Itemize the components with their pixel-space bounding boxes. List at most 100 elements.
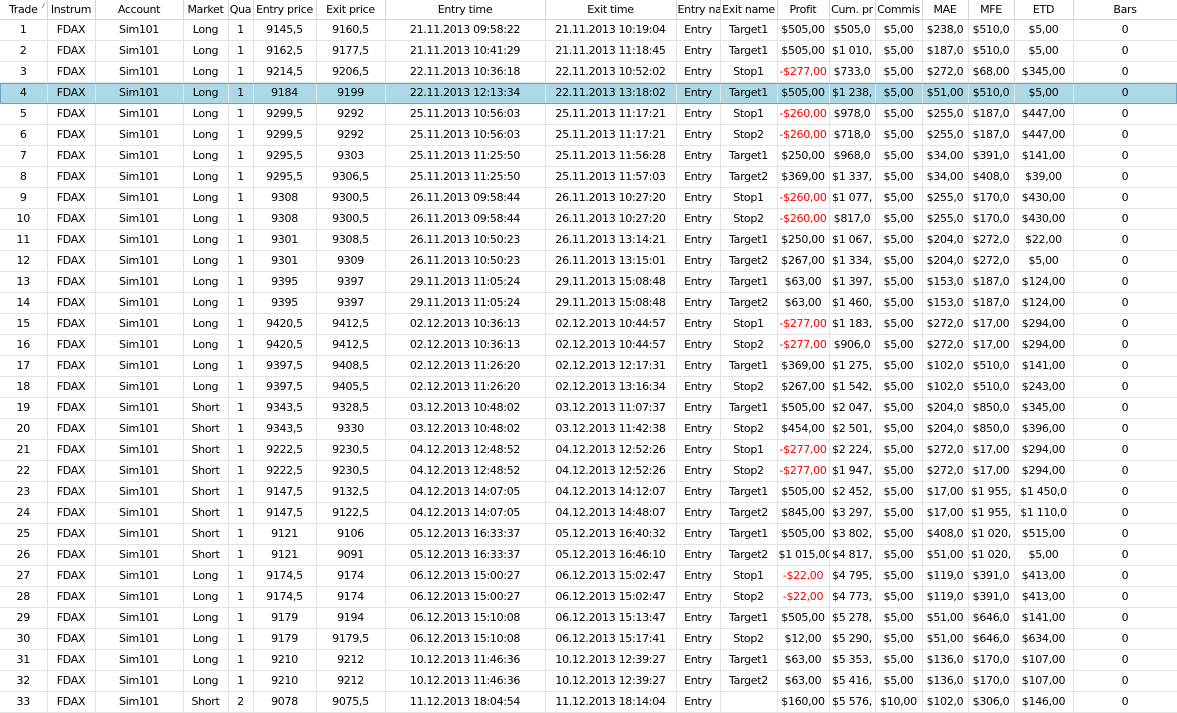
table-row[interactable]: 23 FDAX Sim101 Short 1 9147,5 9132,5 04.12.2013… xyxy=(0,481,1177,503)
table-row[interactable]: 19 FDAX Sim101 Short 1 9343,5 9328,5 03.12.2013… xyxy=(0,397,1177,419)
table-row[interactable]: 3 FDAX Sim101 Long 1 9214,5 9206,5 22.11.2013 1… xyxy=(0,61,1177,83)
column-header-instrument[interactable]: Instrum xyxy=(47,0,96,20)
table-row[interactable]: 13 FDAX Sim101 Long 1 9395 9397 29.11.2013 11:0… xyxy=(0,271,1177,293)
table-row[interactable]: 33 FDAX Sim101 Short 2 9078 9075,5 11.12.2013 1… xyxy=(0,691,1177,713)
cell-quantity: 1 xyxy=(228,649,254,671)
cell-etd: $124,00 xyxy=(1014,292,1074,314)
column-header-entry-price[interactable]: Entry price xyxy=(253,0,317,20)
cell-instrument: FDAX xyxy=(47,166,96,188)
cell-entry-name: Entry xyxy=(676,460,721,482)
cell-entry-price: 9121 xyxy=(253,523,317,545)
table-row[interactable]: 5 FDAX Sim101 Long 1 9299,5 9292 25.11.2013 10:… xyxy=(0,103,1177,125)
cell-instrument: FDAX xyxy=(47,187,96,209)
column-header-entry-name[interactable]: Entry na xyxy=(676,0,721,20)
table-row[interactable]: 18 FDAX Sim101 Long 1 9397,5 9405,5 02.12.2013 … xyxy=(0,376,1177,398)
cell-account: Sim101 xyxy=(95,271,184,293)
cell-trade: 11 xyxy=(0,229,48,251)
cell-mae: $272,0 xyxy=(922,460,969,482)
cell-exit-time: 02.12.2013 13:16:34 xyxy=(545,376,677,398)
column-header-account[interactable]: Account xyxy=(95,0,184,20)
cell-profit: -$277,00 xyxy=(777,334,830,356)
cell-etd: $107,00 xyxy=(1014,670,1074,692)
cell-mae: $238,0 xyxy=(922,19,969,41)
cell-exit-price: 9230,5 xyxy=(316,460,386,482)
column-header-bars[interactable]: Bars xyxy=(1073,0,1177,20)
cell-profit: $845,00 xyxy=(777,502,830,524)
table-row[interactable]: 20 FDAX Sim101 Short 1 9343,5 9330 03.12.2013 1… xyxy=(0,418,1177,440)
table-row[interactable]: 14 FDAX Sim101 Long 1 9395 9397 29.11.2013 11:0… xyxy=(0,292,1177,314)
table-row[interactable]: 27 FDAX Sim101 Long 1 9174,5 9174 06.12.2013 15… xyxy=(0,565,1177,587)
column-header-exit-price[interactable]: Exit price xyxy=(316,0,386,20)
column-header-trade[interactable]: Trade xyxy=(0,0,48,20)
trades-grid[interactable]: Trade Instrum Account Market Qua Entry price E… xyxy=(0,0,1177,713)
cell-exit-name: Stop2 xyxy=(720,586,778,608)
cell-cum-profit: $1 334, xyxy=(829,250,876,272)
cell-etd: $243,00 xyxy=(1014,376,1074,398)
cell-cum-profit: $1 077, xyxy=(829,187,876,209)
cell-etd: $515,00 xyxy=(1014,523,1074,545)
table-row[interactable]: 31 FDAX Sim101 Long 1 9210 9212 10.12.2013 11:4… xyxy=(0,649,1177,671)
cell-market: Long xyxy=(183,40,229,62)
cell-exit-price: 9179,5 xyxy=(316,628,386,650)
cell-entry-price: 9295,5 xyxy=(253,166,317,188)
column-header-market[interactable]: Market xyxy=(183,0,229,20)
cell-instrument: FDAX xyxy=(47,334,96,356)
table-row[interactable]: 11 FDAX Sim101 Long 1 9301 9308,5 26.11.2013 10… xyxy=(0,229,1177,251)
table-row[interactable]: 8 FDAX Sim101 Long 1 9295,5 9306,5 25.11.2013 1… xyxy=(0,166,1177,188)
cell-exit-time: 06.12.2013 15:02:47 xyxy=(545,586,677,608)
cell-mfe: $510,0 xyxy=(968,19,1015,41)
table-row[interactable]: 22 FDAX Sim101 Short 1 9222,5 9230,5 04.12.2013… xyxy=(0,460,1177,482)
column-header-entry-time[interactable]: Entry time xyxy=(385,0,546,20)
cell-entry-price: 9078 xyxy=(253,691,317,713)
cell-exit-time: 03.12.2013 11:07:37 xyxy=(545,397,677,419)
cell-exit-price: 9405,5 xyxy=(316,376,386,398)
column-header-commission[interactable]: Commis xyxy=(875,0,923,20)
table-row[interactable]: 12 FDAX Sim101 Long 1 9301 9309 26.11.2013 10:5… xyxy=(0,250,1177,272)
column-header-exit-name[interactable]: Exit name xyxy=(720,0,778,20)
cell-exit-name: Target1 xyxy=(720,481,778,503)
table-row[interactable]: 24 FDAX Sim101 Short 1 9147,5 9122,5 04.12.2013… xyxy=(0,502,1177,524)
cell-exit-time: 25.11.2013 11:17:21 xyxy=(545,124,677,146)
table-row[interactable]: 15 FDAX Sim101 Long 1 9420,5 9412,5 02.12.2013 … xyxy=(0,313,1177,335)
table-row[interactable]: 9 FDAX Sim101 Long 1 9308 9300,5 26.11.2013 09:… xyxy=(0,187,1177,209)
cell-profit: $63,00 xyxy=(777,292,830,314)
table-row[interactable]: 10 FDAX Sim101 Long 1 9308 9300,5 26.11.2013 09… xyxy=(0,208,1177,230)
table-row[interactable]: 29 FDAX Sim101 Long 1 9179 9194 06.12.2013 15:1… xyxy=(0,607,1177,629)
table-row[interactable]: 25 FDAX Sim101 Short 1 9121 9106 05.12.2013 16:… xyxy=(0,523,1177,545)
column-header-mfe[interactable]: MFE xyxy=(968,0,1015,20)
cell-etd: $5,00 xyxy=(1014,82,1074,104)
cell-cum-profit: $4 795, xyxy=(829,565,876,587)
table-row[interactable]: 16 FDAX Sim101 Long 1 9420,5 9412,5 02.12.2013 … xyxy=(0,334,1177,356)
table-row[interactable]: 1 FDAX Sim101 Long 1 9145,5 9160,5 21.11.2013 0… xyxy=(0,19,1177,41)
cell-exit-time: 26.11.2013 10:27:20 xyxy=(545,208,677,230)
cell-commission: $5,00 xyxy=(875,40,923,62)
column-header-mae[interactable]: MAE xyxy=(922,0,969,20)
cell-mfe: $170,0 xyxy=(968,649,1015,671)
cell-mfe: $170,0 xyxy=(968,208,1015,230)
column-header-quantity[interactable]: Qua xyxy=(228,0,254,20)
table-row[interactable]: 2 FDAX Sim101 Long 1 9162,5 9177,5 21.11.2013 1… xyxy=(0,40,1177,62)
table-row[interactable]: 7 FDAX Sim101 Long 1 9295,5 9303 25.11.2013 11:… xyxy=(0,145,1177,167)
table-row[interactable]: 32 FDAX Sim101 Long 1 9210 9212 10.12.2013 11:4… xyxy=(0,670,1177,692)
cell-entry-name: Entry xyxy=(676,103,721,125)
table-row[interactable]: 30 FDAX Sim101 Long 1 9179 9179,5 06.12.2013 15… xyxy=(0,628,1177,650)
column-header-etd[interactable]: ETD xyxy=(1014,0,1074,20)
cell-trade: 13 xyxy=(0,271,48,293)
column-header-exit-time[interactable]: Exit time xyxy=(545,0,677,20)
cell-exit-price: 9412,5 xyxy=(316,313,386,335)
cell-trade: 7 xyxy=(0,145,48,167)
cell-account: Sim101 xyxy=(95,250,184,272)
table-row[interactable]: 21 FDAX Sim101 Short 1 9222,5 9230,5 04.12.2013… xyxy=(0,439,1177,461)
cell-commission: $5,00 xyxy=(875,250,923,272)
column-header-cum-profit[interactable]: Cum. pr xyxy=(829,0,876,20)
cell-market: Long xyxy=(183,124,229,146)
table-row[interactable]: 4 FDAX Sim101 Long 1 9184 9199 22.11.2013 12:13… xyxy=(0,82,1177,104)
table-row[interactable]: 26 FDAX Sim101 Short 1 9121 9091 05.12.2013 16:… xyxy=(0,544,1177,566)
column-header-profit[interactable]: Profit xyxy=(777,0,830,20)
cell-account: Sim101 xyxy=(95,313,184,335)
table-row[interactable]: 6 FDAX Sim101 Long 1 9299,5 9292 25.11.2013 10:… xyxy=(0,124,1177,146)
table-row[interactable]: 28 FDAX Sim101 Long 1 9174,5 9174 06.12.2013 15… xyxy=(0,586,1177,608)
cell-mae: $204,0 xyxy=(922,397,969,419)
cell-trade: 19 xyxy=(0,397,48,419)
table-row[interactable]: 17 FDAX Sim101 Long 1 9397,5 9408,5 02.12.2013 … xyxy=(0,355,1177,377)
